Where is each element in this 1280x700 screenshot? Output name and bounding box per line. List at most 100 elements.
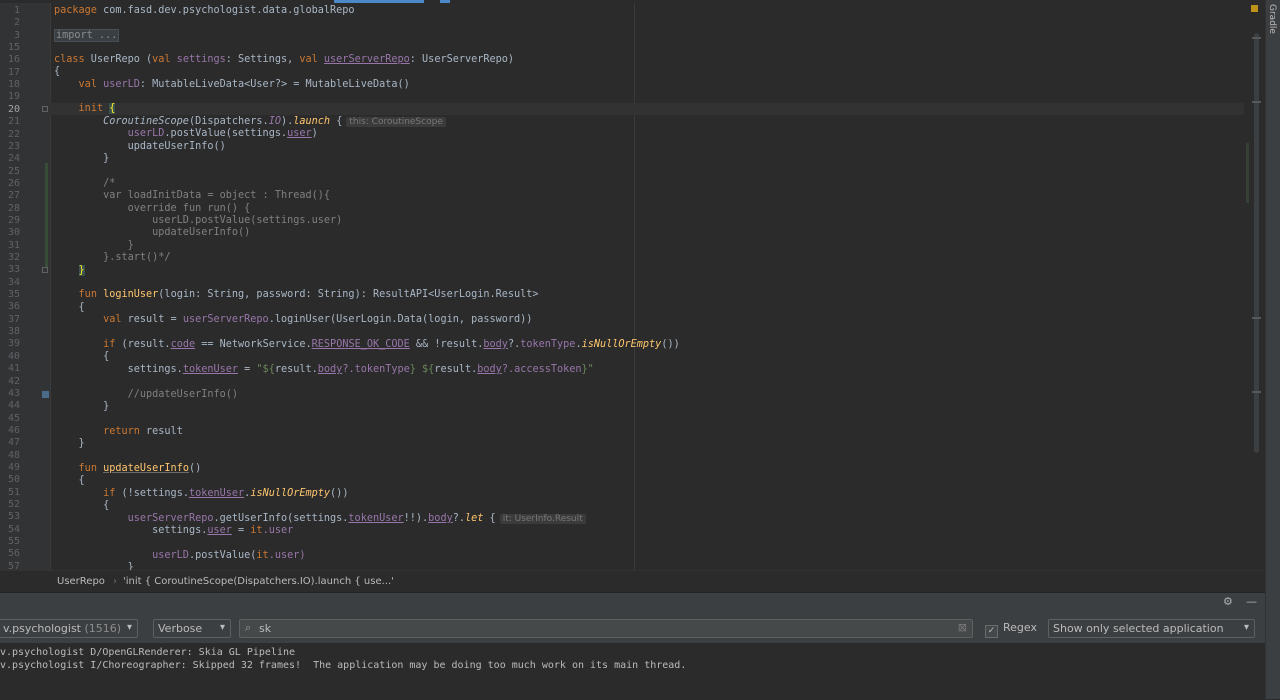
code-line[interactable]: userLD.postValue(settings.user) [54, 215, 342, 227]
breadcrumb-item-class[interactable]: UserRepo [57, 576, 105, 587]
clear-search-icon[interactable]: ⊠ [958, 621, 967, 634]
code-line[interactable]: if (result.code == NetworkService.RESPON… [54, 339, 680, 351]
line-number[interactable]: 28 [0, 203, 20, 215]
editor-scrollbar[interactable] [1244, 3, 1265, 570]
code-line[interactable]: { [54, 66, 60, 78]
line-number[interactable]: 45 [0, 413, 20, 425]
code-line[interactable]: return result [54, 426, 183, 438]
line-number[interactable]: 29 [0, 215, 20, 227]
line-number[interactable]: 3 [0, 30, 20, 42]
minimize-icon[interactable]: — [1246, 595, 1257, 608]
code-line[interactable]: { [54, 351, 109, 363]
error-stripe-mark[interactable] [1252, 37, 1261, 39]
regex-checkbox[interactable]: ✓ Regex [985, 621, 1037, 638]
line-number[interactable]: 38 [0, 326, 20, 338]
line-number[interactable]: 55 [0, 536, 20, 548]
code-line[interactable]: { [54, 500, 109, 512]
log-level-select[interactable]: Verbose ▾ [153, 619, 231, 638]
process-select[interactable]: v.psychologist (1516) ▾ [0, 619, 138, 638]
line-number[interactable]: 47 [0, 437, 20, 449]
error-stripe-mark[interactable] [1252, 317, 1261, 319]
code-line[interactable]: userLD.postValue(it.user) [54, 550, 305, 562]
line-number[interactable]: 31 [0, 240, 20, 252]
line-number[interactable]: 18 [0, 79, 20, 91]
line-number[interactable]: 25 [0, 166, 20, 178]
code-line[interactable]: } [54, 401, 109, 413]
code-line[interactable]: val userLD: MutableLiveData<User?> = Mut… [54, 79, 410, 91]
code-line[interactable]: CoroutineScope(Dispatchers.IO).launch {t… [54, 116, 446, 128]
line-number[interactable]: 57 [0, 561, 20, 570]
line-number[interactable]: 39 [0, 338, 20, 350]
code-line[interactable]: val result = userServerRepo.loginUser(Us… [54, 314, 532, 326]
line-number[interactable]: 53 [0, 511, 20, 523]
line-number[interactable]: 27 [0, 190, 20, 202]
line-number[interactable]: 51 [0, 487, 20, 499]
line-number[interactable]: 17 [0, 67, 20, 79]
line-number[interactable]: 21 [0, 116, 20, 128]
line-number[interactable]: 56 [0, 548, 20, 560]
code-line[interactable]: import ... [54, 29, 120, 42]
code-line[interactable]: }.start()*/ [54, 252, 170, 264]
folded-imports[interactable]: import ... [54, 29, 120, 42]
line-number[interactable]: 43 [0, 388, 20, 400]
line-number[interactable]: 34 [0, 277, 20, 289]
code-line[interactable]: } [54, 562, 134, 570]
code-line[interactable]: updateUserInfo() [54, 227, 250, 239]
log-line[interactable]: v.psychologist I/Choreographer: Skipped … [0, 659, 686, 672]
log-line[interactable]: v.psychologist D/OpenGLRenderer: Skia GL… [0, 646, 295, 659]
code-line[interactable]: userLD.postValue(settings.user) [54, 128, 318, 140]
line-number[interactable]: 22 [0, 129, 20, 141]
gear-icon[interactable]: ⚙ [1223, 595, 1233, 608]
line-number[interactable]: 42 [0, 376, 20, 388]
vcs-change-marker[interactable] [45, 163, 48, 268]
line-number[interactable]: 49 [0, 462, 20, 474]
code-line[interactable]: if (!settings.tokenUser.isNullOrEmpty()) [54, 488, 348, 500]
line-number[interactable]: 35 [0, 289, 20, 301]
code-line[interactable]: } [54, 153, 109, 165]
code-line[interactable]: } [54, 265, 85, 277]
line-number[interactable]: 19 [0, 91, 20, 103]
code-editor[interactable]: 1 2 3 15 16 17 18 19 20 21 22 23 24 25 26 27 28 29 30 31 32 3… [0, 3, 1265, 570]
code-line[interactable]: settings.user = it.user [54, 525, 293, 537]
line-number[interactable]: 24 [0, 153, 20, 165]
code-line[interactable]: package com.fasd.dev.psychologist.data.g… [54, 5, 355, 17]
code-line[interactable]: fun loginUser(login: String, password: S… [54, 289, 539, 301]
gradle-tool-button[interactable]: Gradle [1267, 4, 1277, 34]
scrollbar-thumb[interactable] [1254, 33, 1259, 453]
line-number-gutter[interactable]: 1 2 3 15 16 17 18 19 20 21 22 23 24 25 26 27 28 29 30 31 32 3… [0, 3, 51, 570]
line-number[interactable]: 44 [0, 400, 20, 412]
fold-marker-icon[interactable] [42, 267, 48, 273]
breakpoint-area-icon[interactable] [42, 391, 49, 398]
error-stripe-mark[interactable] [1252, 101, 1261, 103]
logcat-search-input[interactable]: ⌕ sk ⊠ [239, 619, 973, 638]
error-stripe-mark[interactable] [1252, 391, 1261, 393]
line-number[interactable]: 36 [0, 301, 20, 313]
line-number[interactable]: 46 [0, 425, 20, 437]
code-line[interactable]: //updateUserInfo() [54, 389, 238, 401]
line-number[interactable]: 50 [0, 474, 20, 486]
line-number[interactable]: 2 [0, 17, 20, 29]
line-number[interactable]: 16 [0, 54, 20, 66]
app-filter-select[interactable]: Show only selected application ▾ [1048, 619, 1255, 638]
line-number[interactable]: 54 [0, 524, 20, 536]
line-number[interactable]: 23 [0, 141, 20, 153]
line-number[interactable]: 33 [0, 264, 20, 276]
breadcrumb-item-init[interactable]: 'init { CoroutineScope(Dispatchers.IO).l… [123, 576, 394, 587]
code-line[interactable]: fun updateUserInfo() [54, 463, 202, 475]
code-area[interactable]: package com.fasd.dev.psychologist.data.g… [50, 3, 1260, 570]
code-line[interactable]: class UserRepo (val settings: Settings, … [54, 54, 514, 66]
code-line[interactable]: } [54, 438, 85, 450]
line-number[interactable]: 40 [0, 351, 20, 363]
code-line[interactable]: updateUserInfo() [54, 141, 226, 153]
line-number[interactable]: 48 [0, 450, 20, 462]
line-number[interactable]: 32 [0, 252, 20, 264]
code-line[interactable]: init { [54, 103, 116, 115]
line-number[interactable]: 15 [0, 42, 20, 54]
warning-status-icon[interactable] [1251, 5, 1258, 12]
code-line[interactable]: var loadInitData = object : Thread(){ [54, 190, 330, 202]
line-number[interactable]: 26 [0, 178, 20, 190]
code-line[interactable]: /* [54, 178, 115, 190]
line-number[interactable]: 30 [0, 227, 20, 239]
line-number[interactable]: 52 [0, 499, 20, 511]
code-line[interactable]: } [54, 240, 134, 252]
